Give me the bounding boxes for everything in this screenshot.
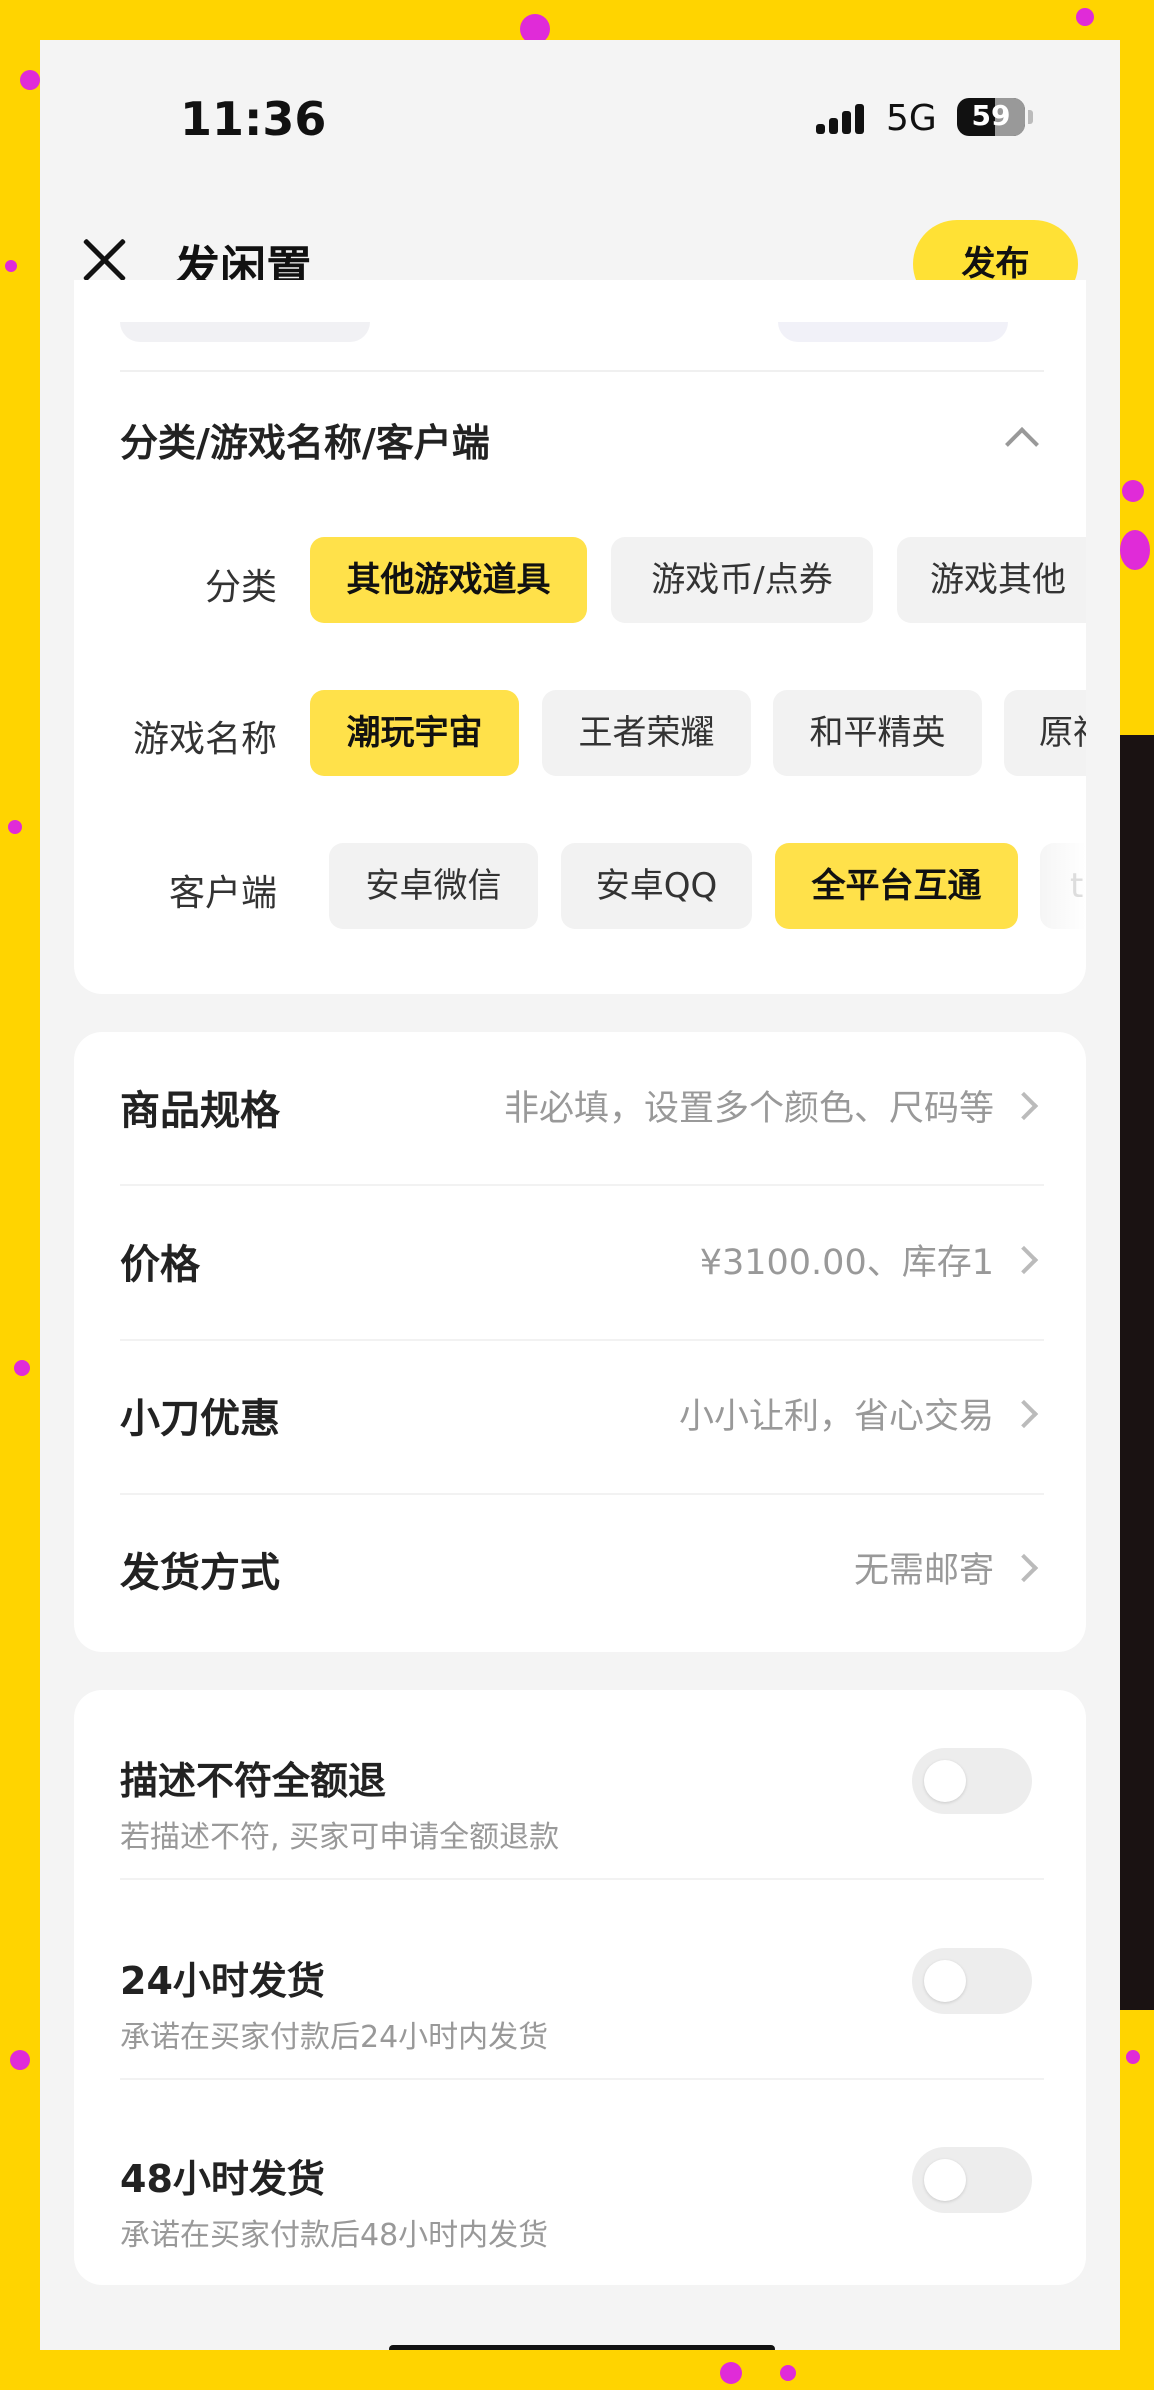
ship-48h-toggle[interactable] <box>912 2147 1032 2213</box>
background-dot <box>1120 530 1150 570</box>
toggle-title: 24小时发货 <box>120 1959 325 2003</box>
battery-icon: 59 <box>957 98 1025 136</box>
divider <box>120 370 1044 372</box>
spec-label: 发货方式 <box>120 1550 280 1596</box>
background-dot <box>1076 8 1094 26</box>
network-type: 5G <box>886 98 937 139</box>
chevron-right-icon <box>1009 1245 1039 1275</box>
client-chip[interactable]: 安卓QQ <box>561 843 752 929</box>
game-chip[interactable]: 潮玩宇宙 <box>310 690 519 776</box>
background-dot <box>8 820 22 834</box>
toggle-title: 描述不符全额退 <box>120 1759 387 1803</box>
toggle-subtitle: 承诺在买家付款后48小时内发货 <box>120 2218 549 2253</box>
spec-label: 小刀优惠 <box>120 1396 280 1442</box>
previous-field-peek <box>120 322 370 342</box>
toggle-subtitle: 承诺在买家付款后24小时内发货 <box>120 2020 549 2055</box>
background-dot <box>1122 480 1144 502</box>
background-dot <box>780 2365 796 2381</box>
home-indicator <box>389 2345 775 2350</box>
category-chip[interactable]: 游戏其他 <box>897 537 1086 623</box>
battery-level: 59 <box>971 99 1011 132</box>
spec-row[interactable]: 价格 ¥3100.00、库存1 <box>120 1186 1044 1341</box>
signal-icon <box>816 102 876 134</box>
divider <box>120 2078 1044 2080</box>
category-chip[interactable]: 游戏币/点券 <box>611 537 873 623</box>
divider <box>120 1878 1044 1880</box>
phone-screen: 11:36 5G 59 发闲置 发布 分类/游戏名称/客户端 分类 其他游戏道具… <box>40 40 1120 2350</box>
toggle-subtitle: 若描述不符, 买家可申请全额退款 <box>120 1820 560 1855</box>
spec-value: 小小让利，省心交易 <box>678 1397 994 1437</box>
close-icon[interactable] <box>80 236 128 284</box>
category-chip[interactable]: 其他游戏道具 <box>310 537 587 623</box>
spec-value: 无需邮寄 <box>853 1551 994 1591</box>
background-dot <box>1126 2050 1140 2064</box>
game-name-label: 游戏名称 <box>132 719 277 760</box>
spec-row[interactable]: 发货方式 无需邮寄 <box>120 1494 1044 1649</box>
background-dot <box>5 260 17 272</box>
game-chip[interactable]: 和平精英 <box>773 690 982 776</box>
status-time: 11:36 <box>180 92 327 146</box>
status-bar: 11:36 5G 59 <box>40 40 1120 200</box>
client-chip[interactable]: 全平台互通 <box>775 843 1018 929</box>
battery-tip <box>1028 110 1033 124</box>
game-chip[interactable]: 王者荣耀 <box>542 690 751 776</box>
refund-toggle[interactable] <box>912 1748 1032 1814</box>
category-label: 分类 <box>204 567 277 608</box>
chevron-right-icon <box>1009 1399 1039 1429</box>
game-chip[interactable]: 原神 <box>1004 690 1086 776</box>
background-dot <box>720 2362 742 2384</box>
client-chip[interactable]: 安卓微信 <box>329 843 538 929</box>
client-chip[interactable]: t <box>1040 843 1086 929</box>
previous-field-peek <box>778 322 1008 342</box>
chevron-right-icon <box>1009 1091 1039 1121</box>
client-label: 客户端 <box>168 873 277 914</box>
spec-label: 价格 <box>120 1242 200 1288</box>
spec-value: ¥3100.00、库存1 <box>699 1243 994 1283</box>
spec-row[interactable]: 小刀优惠 小小让利，省心交易 <box>120 1340 1044 1495</box>
chevron-right-icon <box>1009 1553 1039 1583</box>
spec-value: 非必填，设置多个颜色、尺码等 <box>503 1089 994 1129</box>
section-title: 分类/游戏名称/客户端 <box>120 421 490 465</box>
toggle-title: 48小时发货 <box>120 2157 325 2201</box>
background-dot <box>14 1360 30 1376</box>
spec-label: 商品规格 <box>120 1088 280 1134</box>
background-dot <box>20 70 40 90</box>
background-dot <box>10 2050 30 2070</box>
spec-row[interactable]: 商品规格 非必填，设置多个颜色、尺码等 <box>120 1032 1044 1187</box>
ship-24h-toggle[interactable] <box>912 1948 1032 2014</box>
